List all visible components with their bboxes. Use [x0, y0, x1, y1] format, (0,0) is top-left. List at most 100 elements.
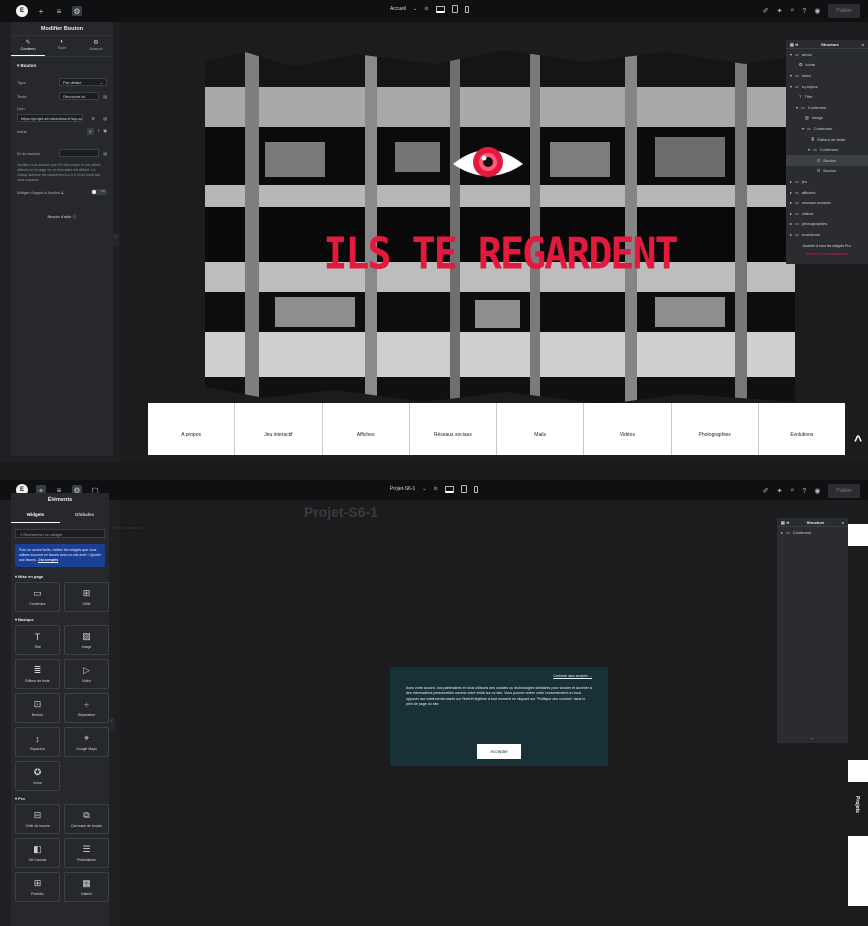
- widget-tile[interactable]: ▨ Image: [64, 625, 109, 655]
- tab-style[interactable]: ◐ Style: [45, 36, 79, 56]
- link-options-gear-icon[interactable]: ⚙: [91, 116, 95, 121]
- structure-row[interactable]: ▸ ▭ photographies: [786, 219, 868, 230]
- resize-handle[interactable]: ━: [777, 736, 848, 741]
- widget-tile[interactable]: ▦ Galerie: [64, 872, 109, 902]
- continue-without-accepting-link[interactable]: Continuer sans accepter →: [406, 674, 592, 680]
- close-icon[interactable]: ×: [842, 520, 844, 525]
- scroll-top-chevron-icon[interactable]: ^: [854, 432, 862, 448]
- structure-row[interactable]: ⊡ Bouton: [786, 166, 868, 177]
- structure-row[interactable]: ▾ ▭ head: [786, 70, 868, 81]
- nav-item-mails[interactable]: Mails: [497, 403, 585, 455]
- text-input[interactable]: Découvrir ici: [59, 92, 100, 100]
- cta-toggle[interactable]: Off: [91, 189, 107, 195]
- publish-button[interactable]: Publier: [828, 484, 860, 498]
- widget-tile[interactable]: ≣ Éditeur de texte: [15, 659, 60, 689]
- mobile-view-icon[interactable]: [464, 5, 469, 13]
- structure-row[interactable]: ▸ ▭ evolutions: [786, 229, 868, 240]
- type-select[interactable]: Par défaut ⌄: [59, 78, 107, 86]
- collapse-panel-handle[interactable]: ‹: [109, 718, 115, 730]
- structure-row[interactable]: ▸ ▭ reseaux-sociaux: [786, 197, 868, 208]
- close-icon[interactable]: ×: [862, 42, 864, 47]
- settings-sliders-icon[interactable]: ≡: [54, 6, 64, 16]
- site-settings-icon[interactable]: ⚙: [72, 6, 82, 16]
- tablet-view-icon[interactable]: [451, 5, 458, 13]
- publish-button[interactable]: Publier: [828, 4, 860, 18]
- upgrade-link[interactable]: Mettre à niveau maintenant: [786, 252, 868, 256]
- structure-row[interactable]: ≣ Éditeur de texte: [786, 134, 868, 145]
- section-button[interactable]: ▾ Bouton: [11, 57, 113, 75]
- tab-advanced[interactable]: ⚙ Avancé: [79, 36, 113, 56]
- structure-row[interactable]: ▨ Image: [786, 113, 868, 124]
- widget-tile[interactable]: ◧ Off-Canvas: [15, 838, 60, 868]
- add-element-icon[interactable]: +: [36, 6, 46, 16]
- nav-item-photographies[interactable]: Photographies: [672, 403, 759, 455]
- page-select[interactable]: Accueil: [390, 6, 406, 12]
- got-it-link[interactable]: J'ai compris: [38, 558, 58, 562]
- nav-item-jeu-interactif[interactable]: Jeu interactif: [235, 403, 323, 455]
- collapse-panel-handle[interactable]: ‹: [113, 234, 119, 246]
- structure-row[interactable]: ▸ ▭ affiches: [786, 187, 868, 198]
- nav-item-evolutions[interactable]: Evolutions: [759, 403, 845, 455]
- apps-icon[interactable]: ✦: [777, 487, 783, 495]
- page-select[interactable]: Projet-S6-1: [390, 486, 415, 492]
- nav-item-videos[interactable]: Vidéos: [584, 403, 672, 455]
- tablet-view-icon[interactable]: [460, 485, 467, 493]
- search-icon[interactable]: ⌕: [790, 7, 794, 15]
- widget-tile[interactable]: ✪ Icône: [15, 761, 60, 791]
- mobile-view-icon[interactable]: [473, 485, 478, 493]
- structure-row[interactable]: ▾ ▭ Conteneur: [786, 144, 868, 155]
- dynamic-tags-icon[interactable]: ▤: [103, 94, 107, 99]
- notes-icon[interactable]: ✐: [763, 487, 769, 495]
- accept-button[interactable]: Accepter: [477, 744, 521, 759]
- widget-tile[interactable]: ⧉ Carrousel de boucle: [64, 804, 109, 834]
- widget-tile[interactable]: ÷ Séparateur: [64, 693, 109, 723]
- widget-tile[interactable]: ⊞ Grille: [64, 582, 109, 612]
- widget-tile[interactable]: ⊡ Bouton: [15, 693, 60, 723]
- nav-item-reseaux-sociaux[interactable]: Réseaux sociaux: [410, 403, 497, 455]
- widget-tile[interactable]: ↕ Espaceur: [15, 727, 60, 757]
- chevron-down-icon[interactable]: ⌄: [413, 6, 417, 12]
- structure-row[interactable]: ▾ ▭ arrow: [786, 49, 868, 60]
- structure-row[interactable]: ▸ ▭ Conteneur: [777, 527, 848, 538]
- preview-eye-icon[interactable]: ◉: [814, 487, 820, 495]
- tab-content[interactable]: ✎ Contenu: [11, 36, 45, 56]
- widget-tile[interactable]: ☰ Publications: [64, 838, 109, 868]
- structure-row[interactable]: ▸ ▭ videos: [786, 208, 868, 219]
- widget-tile[interactable]: ▷ Vidéo: [64, 659, 109, 689]
- library-icon[interactable]: ▣: [103, 128, 107, 135]
- desktop-view-icon[interactable]: [435, 5, 445, 13]
- page-settings-icon[interactable]: ⊙: [424, 6, 428, 12]
- search-icon[interactable]: ⌕: [790, 487, 794, 495]
- widget-section-title[interactable]: ▾ Basique: [11, 612, 109, 625]
- widget-tile[interactable]: ▭ Conteneur: [15, 582, 60, 612]
- nav-item-affiches[interactable]: Affiches: [323, 403, 410, 455]
- structure-row[interactable]: T Titre: [786, 91, 868, 102]
- desktop-view-icon[interactable]: [444, 485, 454, 493]
- dynamic-tags-icon[interactable]: ▤: [103, 116, 107, 121]
- notes-icon[interactable]: ✐: [763, 7, 769, 15]
- structure-row[interactable]: ▸ ▭ jeu: [786, 176, 868, 187]
- widget-section-title[interactable]: ▾ Pro: [11, 791, 109, 804]
- apps-icon[interactable]: ✦: [777, 7, 783, 15]
- chevron-down-icon[interactable]: ⌄: [422, 486, 426, 492]
- structure-row[interactable]: ⊡ Bouton: [786, 154, 868, 166]
- widget-tile[interactable]: ⊞ Portfolio: [15, 872, 60, 902]
- widget-section-title[interactable]: ▾ Mise en page: [11, 569, 109, 582]
- nav-item-a-propos[interactable]: A propos: [148, 403, 236, 455]
- structure-row[interactable]: ▾ ▭ Conteneur: [786, 102, 868, 113]
- page-settings-icon[interactable]: ⊙: [434, 486, 438, 492]
- upload-icon[interactable]: ⇪: [97, 128, 100, 135]
- tab-globals[interactable]: Globales: [60, 507, 109, 523]
- widget-search-input[interactable]: ⌕ Rechercher un widget: [15, 529, 105, 538]
- widget-tile[interactable]: T Titre: [15, 625, 60, 655]
- no-icon-option-icon[interactable]: ⊘: [86, 128, 94, 135]
- help-link[interactable]: Besoin d'aide ⓘ: [11, 198, 113, 236]
- structure-row[interactable]: ✪ Icône: [786, 60, 868, 71]
- elementor-logo-icon[interactable]: E: [16, 5, 28, 17]
- widget-tile[interactable]: ⊟ Grille de boucle: [15, 804, 60, 834]
- structure-row[interactable]: ▾ ▭ a-propos: [786, 81, 868, 92]
- preview-eye-icon[interactable]: ◉: [814, 7, 820, 15]
- tab-widgets[interactable]: Widgets: [11, 507, 60, 523]
- link-input[interactable]: https://projet-s6.mbaufoss.fr/wp-conte: [17, 114, 83, 122]
- dynamic-tags-icon[interactable]: ▤: [103, 151, 107, 156]
